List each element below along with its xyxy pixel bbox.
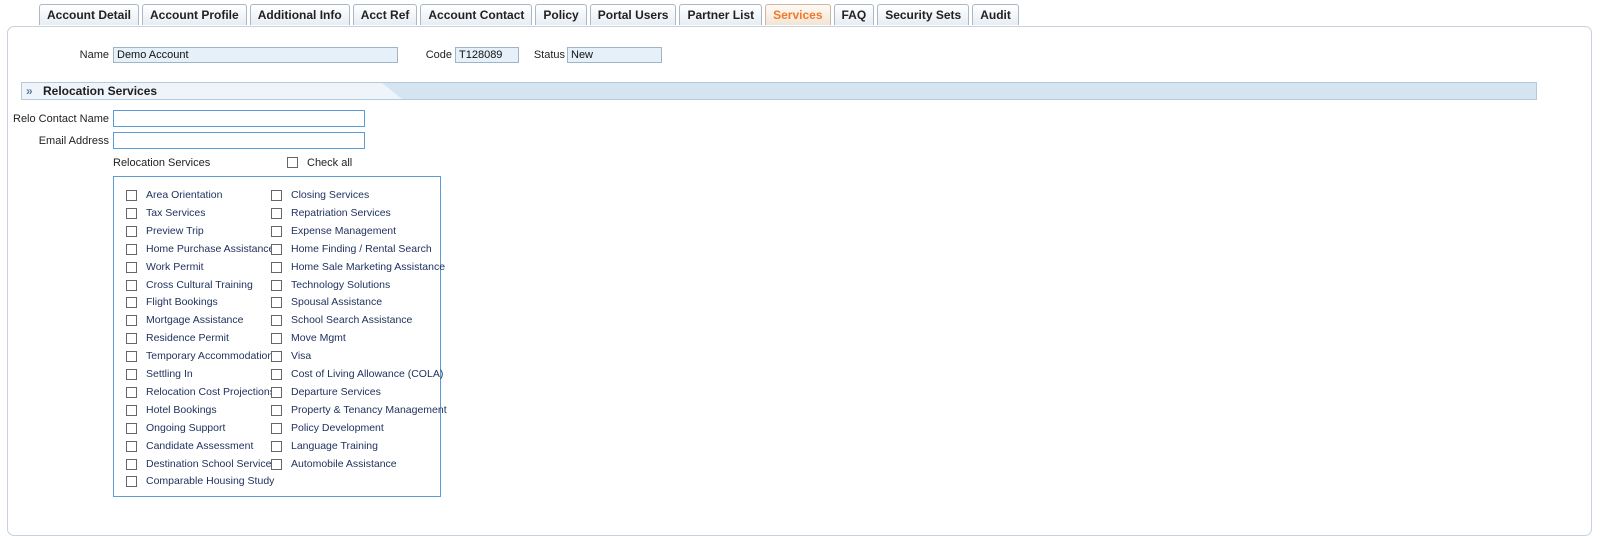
service-label: Visa (291, 350, 312, 362)
relocation-services-label: Relocation Services (113, 157, 211, 169)
service-label: Settling In (146, 368, 193, 380)
tab-account-profile[interactable]: Account Profile (142, 4, 247, 25)
service-label: Comparable Housing Study (146, 475, 275, 487)
service-label: Move Mgmt (291, 332, 346, 344)
service-label: Policy Development (291, 422, 384, 434)
service-label: Flight Bookings (146, 296, 218, 308)
service-checkbox[interactable] (126, 262, 137, 273)
tab-additional-info[interactable]: Additional Info (249, 4, 350, 25)
service-checkbox[interactable] (126, 405, 137, 416)
service-checkbox[interactable] (271, 441, 282, 452)
service-checkbox[interactable] (271, 387, 282, 398)
service-label: Expense Management (291, 225, 397, 237)
service-checkbox[interactable] (271, 262, 282, 273)
service-label: Work Permit (146, 261, 204, 273)
service-label: Home Finding / Rental Search (291, 243, 432, 255)
service-checkbox[interactable] (271, 333, 282, 344)
service-label: School Search Assistance (291, 314, 413, 326)
service-label: Spousal Assistance (291, 296, 383, 308)
service-label: Relocation Cost Projections (146, 386, 275, 398)
service-checkbox[interactable] (126, 351, 137, 362)
service-label: Automobile Assistance (291, 458, 397, 470)
service-checkbox[interactable] (126, 333, 137, 344)
service-label: Temporary Accommodations (146, 350, 279, 362)
tab-partner-list[interactable]: Partner List (679, 4, 763, 25)
tab-bar: Account Detail Account Profile Additional … (39, 4, 1019, 26)
service-label: Home Sale Marketing Assistance (291, 261, 446, 273)
services-list: Area Orientation Tax Services Preview Trip… (113, 176, 447, 497)
service-label: Cross Cultural Training (146, 279, 253, 291)
service-label: Mortgage Assistance (146, 314, 244, 326)
service-checkbox[interactable] (126, 459, 137, 470)
service-checkbox[interactable] (271, 280, 282, 291)
service-checkbox[interactable] (126, 297, 137, 308)
service-checkbox[interactable] (271, 369, 282, 380)
tab-security-sets[interactable]: Security Sets (877, 4, 970, 25)
email-label: Email Address (38, 135, 109, 147)
service-checkbox[interactable] (271, 297, 282, 308)
service-checkbox[interactable] (126, 208, 137, 219)
service-label: Destination School Services (146, 458, 277, 470)
service-checkbox[interactable] (271, 351, 282, 362)
service-label: Technology Solutions (291, 279, 391, 291)
status-field: New (567, 47, 662, 63)
relo-contact-input[interactable] (113, 110, 365, 127)
service-label: Closing Services (291, 189, 370, 201)
service-label: Language Training (291, 440, 378, 452)
service-checkbox[interactable] (126, 387, 137, 398)
tab-acct-ref[interactable]: Acct Ref (352, 4, 418, 25)
service-checkbox[interactable] (126, 476, 137, 487)
tab-faq[interactable]: FAQ (833, 4, 875, 25)
service-checkbox[interactable] (271, 244, 282, 255)
check-all-label: Check all (307, 157, 353, 169)
tab-policy[interactable]: Policy (535, 4, 587, 25)
service-checkbox[interactable] (126, 423, 137, 434)
service-label: Ongoing Support (146, 422, 226, 434)
tab-services[interactable]: Services (765, 4, 831, 25)
service-checkbox[interactable] (126, 226, 137, 237)
service-label: Hotel Bookings (146, 404, 217, 416)
tab-portal-users[interactable]: Portal Users (589, 4, 677, 25)
service-checkbox[interactable] (126, 244, 137, 255)
service-label: Tax Services (146, 207, 206, 219)
service-label: Repatriation Services (291, 207, 391, 219)
service-checkbox[interactable] (126, 190, 137, 201)
service-checkbox[interactable] (271, 459, 282, 470)
service-label: Property & Tenancy Management (291, 404, 447, 416)
service-label: Departure Services (291, 386, 381, 398)
section-header[interactable]: » Relocation Services (21, 82, 1537, 100)
service-checkbox[interactable] (271, 405, 282, 416)
relo-contact-label: Relo Contact Name (13, 113, 109, 125)
service-label: Area Orientation (146, 189, 223, 201)
service-checkbox[interactable] (271, 208, 282, 219)
service-checkbox[interactable] (126, 441, 137, 452)
double-chevron-right-icon[interactable]: » (26, 83, 33, 99)
code-label: Code (425, 49, 452, 61)
name-label: Name (79, 49, 109, 61)
service-label: Cost of Living Allowance (COLA) (291, 368, 444, 380)
service-label: Home Purchase Assistance (146, 243, 275, 255)
service-checkbox[interactable] (126, 280, 137, 291)
email-input[interactable] (113, 132, 365, 149)
service-checkbox[interactable] (126, 369, 137, 380)
service-label: Preview Trip (146, 225, 204, 237)
check-all-checkbox[interactable] (287, 157, 298, 168)
service-label: Residence Permit (146, 332, 229, 344)
service-label: Candidate Assessment (146, 440, 254, 452)
name-field: Demo Account (113, 47, 398, 63)
tab-account-contact[interactable]: Account Contact (420, 4, 533, 25)
code-field: T128089 (455, 47, 519, 63)
service-checkbox[interactable] (271, 423, 282, 434)
service-checkbox[interactable] (271, 226, 282, 237)
section-title: Relocation Services (43, 84, 158, 98)
service-checkbox[interactable] (271, 190, 282, 201)
service-checkbox[interactable] (126, 315, 137, 326)
status-label: Status (533, 49, 565, 61)
tab-account-detail[interactable]: Account Detail (39, 4, 140, 25)
tab-audit[interactable]: Audit (972, 4, 1019, 25)
service-checkbox[interactable] (271, 315, 282, 326)
